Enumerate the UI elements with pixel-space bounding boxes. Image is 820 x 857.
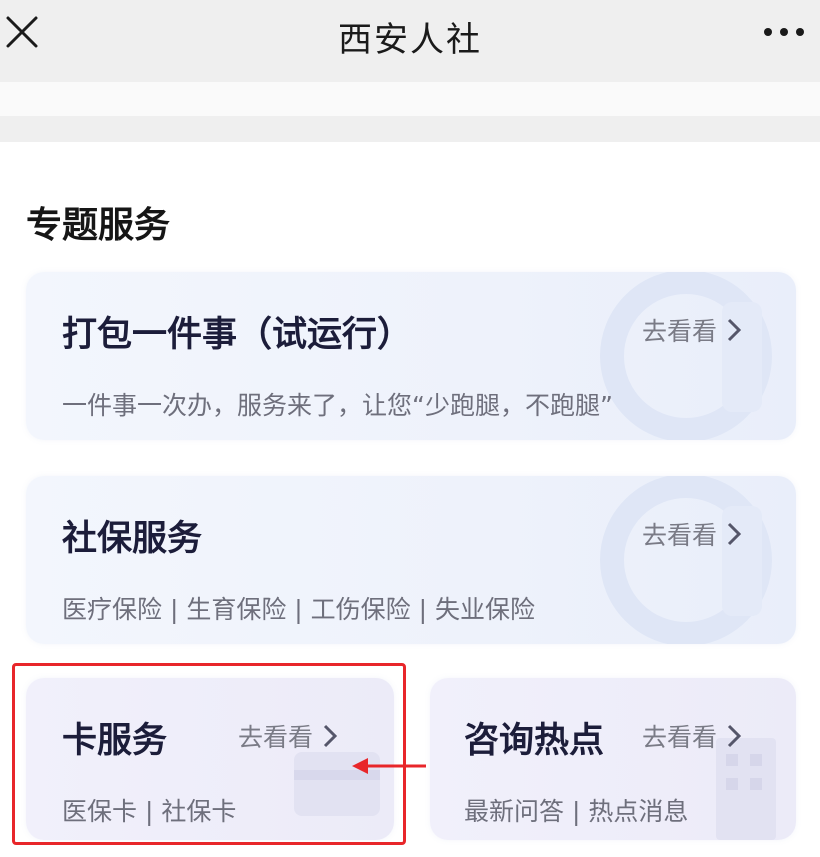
chevron-right-icon bbox=[727, 724, 742, 748]
page-title: 西安人社 bbox=[338, 20, 482, 60]
highlight-box bbox=[12, 663, 406, 845]
card-consultation-hotspots[interactable]: 咨询热点 去看看 最新问答 | 热点消息 bbox=[430, 678, 796, 840]
card-watermark-icon bbox=[716, 738, 776, 840]
top-bar: 西安人社 bbox=[0, 0, 820, 82]
card-title: 咨询热点 bbox=[464, 721, 605, 761]
card-social-security[interactable]: 社保服务 去看看 医疗保险 | 生育保险 | 工伤保险 | 失业保险 bbox=[26, 476, 796, 644]
arrow-left-icon bbox=[352, 758, 426, 774]
card-one-thing-package[interactable]: 打包一件事（试运行） 去看看 一件事一次办，服务来了，让您“少跑腿，不跑腿” bbox=[26, 272, 796, 440]
card-go-label: 去看看 bbox=[642, 723, 718, 752]
card-watermark-icon bbox=[600, 476, 772, 644]
chevron-right-icon bbox=[727, 522, 742, 546]
card-go-label: 去看看 bbox=[642, 521, 718, 550]
card-go-link[interactable]: 去看看 bbox=[642, 516, 742, 552]
spacer bbox=[0, 82, 820, 116]
section-title: 专题服务 bbox=[26, 205, 171, 246]
card-subtitle: 最新问答 | 热点消息 bbox=[464, 797, 689, 826]
card-title: 社保服务 bbox=[62, 519, 203, 559]
card-go-label: 去看看 bbox=[642, 317, 718, 346]
card-subtitle: 一件事一次办，服务来了，让您“少跑腿，不跑腿” bbox=[62, 391, 613, 420]
chevron-right-icon bbox=[727, 318, 742, 342]
more-button[interactable] bbox=[762, 20, 808, 44]
card-go-link[interactable]: 去看看 bbox=[642, 718, 742, 754]
card-go-link[interactable]: 去看看 bbox=[642, 312, 742, 348]
divider bbox=[0, 116, 820, 142]
more-icon bbox=[764, 28, 804, 36]
card-title: 打包一件事（试运行） bbox=[62, 315, 413, 355]
card-subtitle: 医疗保险 | 生育保险 | 工伤保险 | 失业保险 bbox=[62, 595, 535, 624]
